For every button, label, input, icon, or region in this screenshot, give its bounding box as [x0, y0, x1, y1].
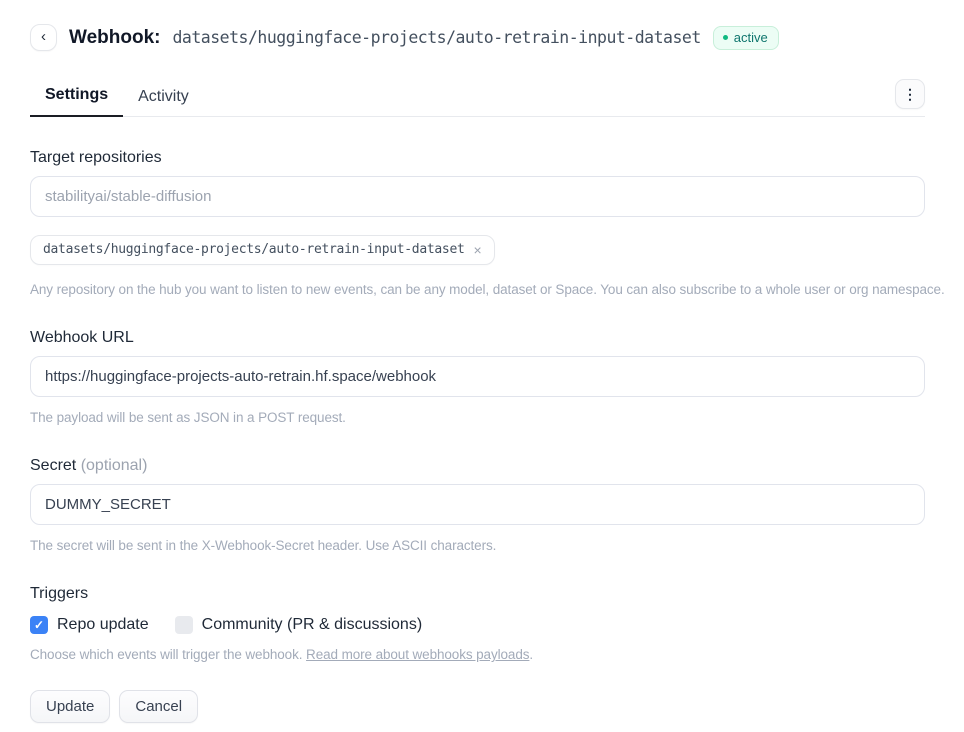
- secret-help: The secret will be sent in the X-Webhook…: [30, 538, 925, 553]
- secret-optional-text: (optional): [81, 457, 148, 474]
- checkbox-checked-icon[interactable]: ✓: [30, 616, 48, 634]
- triggers-options: ✓ Repo update Community (PR & discussion…: [30, 616, 925, 634]
- webhook-repo-path: datasets/huggingface-projects/auto-retra…: [172, 28, 700, 47]
- secret-input[interactable]: [30, 484, 925, 525]
- page-header: ‹ Webhook: datasets/huggingface-projects…: [30, 24, 925, 51]
- webhook-url-help: The payload will be sent as JSON in a PO…: [30, 410, 925, 425]
- trigger-community-label: Community (PR & discussions): [202, 616, 423, 634]
- webhook-settings-page: ‹ Webhook: datasets/huggingface-projects…: [0, 0, 964, 723]
- trigger-repo-update[interactable]: ✓ Repo update: [30, 616, 149, 634]
- update-button[interactable]: Update: [30, 690, 110, 723]
- repo-chip-label: datasets/huggingface-projects/auto-retra…: [43, 242, 465, 257]
- checkbox-unchecked-icon[interactable]: [175, 616, 193, 634]
- trigger-repo-update-label: Repo update: [57, 616, 149, 634]
- status-badge: active: [713, 26, 779, 50]
- trigger-community[interactable]: Community (PR & discussions): [175, 616, 423, 634]
- page-title: Webhook:: [69, 27, 160, 49]
- target-repositories-label: Target repositories: [30, 149, 925, 167]
- triggers-help-prefix: Choose which events will trigger the web…: [30, 647, 306, 662]
- status-badge-label: active: [734, 30, 768, 45]
- repo-chip: datasets/huggingface-projects/auto-retra…: [30, 235, 495, 265]
- triggers-help: Choose which events will trigger the web…: [30, 647, 925, 662]
- webhook-url-label: Webhook URL: [30, 329, 925, 347]
- target-repositories-input[interactable]: [30, 176, 925, 217]
- target-repositories-help: Any repository on the hub you want to li…: [30, 282, 925, 297]
- kebab-menu-icon: ⋮: [903, 86, 917, 103]
- tab-bar: Settings Activity ⋮: [30, 79, 925, 117]
- chevron-left-icon: ‹: [41, 28, 46, 45]
- selected-repos: datasets/huggingface-projects/auto-retra…: [30, 235, 925, 265]
- tab-activity[interactable]: Activity: [123, 82, 204, 117]
- back-button[interactable]: ‹: [30, 24, 57, 51]
- more-options-button[interactable]: ⋮: [895, 79, 925, 109]
- cancel-button[interactable]: Cancel: [119, 690, 198, 723]
- status-dot-icon: [723, 35, 728, 40]
- secret-label: Secret (optional): [30, 457, 925, 475]
- secret-label-text: Secret: [30, 457, 76, 474]
- triggers-help-suffix: .: [529, 647, 533, 662]
- form-actions: Update Cancel: [30, 690, 925, 723]
- triggers-label: Triggers: [30, 585, 925, 603]
- webhooks-payloads-link[interactable]: Read more about webhooks payloads: [306, 647, 529, 662]
- tab-settings[interactable]: Settings: [30, 80, 123, 117]
- webhook-url-input[interactable]: [30, 356, 925, 397]
- chip-remove-icon[interactable]: ×: [474, 243, 482, 257]
